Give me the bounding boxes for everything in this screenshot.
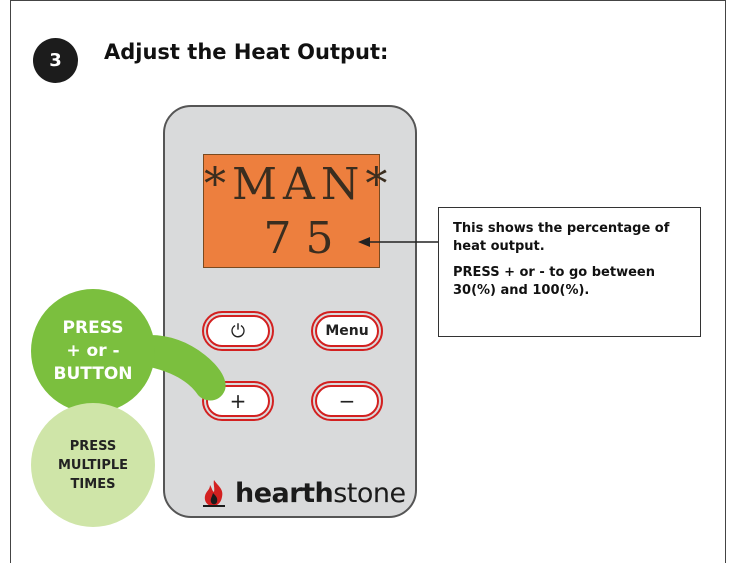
- flame-icon: [203, 480, 225, 507]
- minus-button[interactable]: −: [311, 381, 383, 421]
- press-bubble-line3: BUTTON: [53, 363, 133, 384]
- callout-text-1: This shows the percentage of heat output…: [453, 221, 670, 254]
- callout-text-2: PRESS + or - to go between 30(%) and 100…: [453, 265, 655, 298]
- step-title: Adjust the Heat Output:: [104, 40, 389, 64]
- press-bubble-line1: PRESS: [62, 317, 124, 338]
- press-bubble-line2: + or -: [66, 340, 120, 361]
- brand-wordmark-light: stone: [333, 477, 406, 509]
- menu-button[interactable]: Menu: [311, 311, 383, 351]
- lcd-mode-text: *MAN*: [204, 159, 394, 210]
- multiple-bubble-line3: TIMES: [70, 476, 116, 492]
- press-multiple-bubble: PRESS MULTIPLE TIMES: [31, 403, 155, 527]
- callout-arrow: [358, 237, 440, 247]
- lcd-display: *MAN* 75: [203, 154, 394, 268]
- callout-box: This shows the percentage of heat output…: [438, 207, 701, 337]
- step-number-badge: 3: [33, 38, 78, 83]
- multiple-bubble-line1: PRESS: [69, 438, 117, 454]
- brand-wordmark: hearthstone: [235, 478, 406, 509]
- brand-wordmark-bold: hearth: [235, 477, 334, 509]
- press-button-bubble: PRESS + or - BUTTON: [31, 289, 155, 413]
- multiple-bubble-line2: MULTIPLE: [57, 457, 129, 473]
- brand-logo: hearthstone: [199, 478, 406, 509]
